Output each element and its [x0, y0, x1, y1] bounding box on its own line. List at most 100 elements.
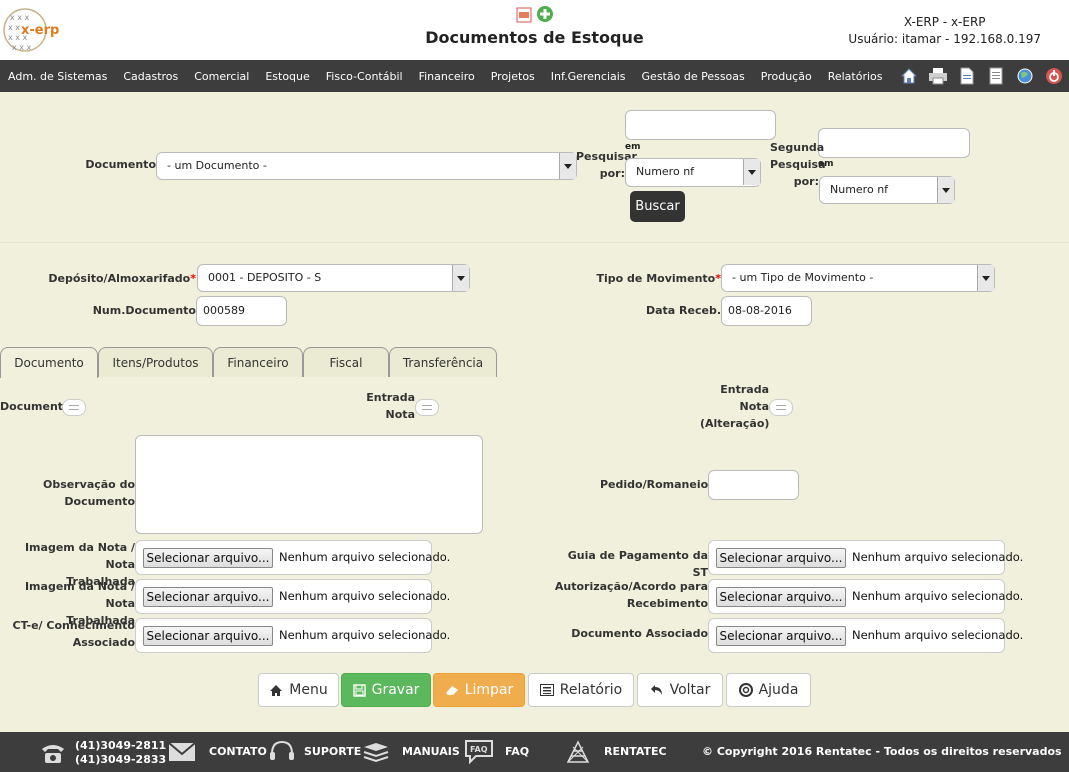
select-file-button[interactable]: Selecionar arquivo... [143, 626, 273, 646]
footer: (41)3049-2811 (41)3049-2833 CONTATO SUPO… [0, 732, 1069, 772]
select-file-button[interactable]: Selecionar arquivo... [143, 548, 273, 568]
menu-comercial[interactable]: Comercial [186, 70, 257, 83]
phone-2: (41)3049-2833 [75, 753, 167, 766]
rentatec-link[interactable]: RENTATEC [604, 745, 667, 758]
num-documento-input[interactable]: 000589 [196, 296, 287, 326]
ajuda-button[interactable]: Ajuda [726, 673, 811, 707]
file-status: Nenhum arquivo selecionado. [852, 550, 1024, 564]
relatorio-button[interactable]: Relatório [528, 673, 634, 707]
img2-line1: Imagem da Nota / Nota [24, 580, 135, 610]
select-file-button[interactable]: Selecionar arquivo... [716, 587, 846, 607]
menu-adm-sistemas[interactable]: Adm. de Sistemas [0, 70, 115, 83]
segunda-em-label: em [818, 159, 834, 169]
power-icon[interactable] [1043, 65, 1065, 87]
entrada-alt-line2: Nota [739, 400, 769, 413]
suporte-link[interactable]: SUPORTE [304, 745, 361, 758]
eraser-icon [445, 686, 458, 695]
tab-transferencia[interactable]: Transferência [389, 347, 497, 377]
menu-producao[interactable]: Produção [753, 70, 820, 83]
entrada-nota-label: Entrada Nota [360, 389, 415, 423]
books-icon [363, 743, 389, 763]
data-receb-input[interactable]: 08-08-2016 [721, 296, 812, 326]
select-file-button[interactable]: Selecionar arquivo... [143, 587, 273, 607]
telephone-icon [42, 745, 64, 763]
home-icon[interactable] [898, 65, 920, 87]
chevron-down-icon [452, 265, 469, 291]
chevron-down-icon [559, 153, 576, 179]
select-file-button[interactable]: Selecionar arquivo... [716, 548, 846, 568]
segunda-label-line1: Segunda [770, 141, 825, 154]
entrada-nota-toggle[interactable] [415, 399, 439, 416]
menu-gestao-pessoas[interactable]: Gestão de Pessoas [634, 70, 753, 83]
pesquisar-input[interactable] [625, 110, 776, 140]
entrada-alteracao-toggle[interactable] [769, 399, 793, 416]
menu-projetos[interactable]: Projetos [483, 70, 543, 83]
gravar-button[interactable]: Gravar [341, 673, 431, 707]
segunda-em-select[interactable]: Numero nf [819, 176, 955, 204]
tipo-movimento-value: - um Tipo de Movimento - [732, 271, 874, 284]
chevron-down-icon [977, 265, 994, 291]
segunda-pesquisa-label: Segunda Pesquisa por: [770, 139, 826, 190]
autorizacao-file: Selecionar arquivo... Nenhum arquivo sel… [708, 579, 1023, 614]
pesquisar-label: Pesquisar por: [576, 148, 637, 182]
buscar-button[interactable]: Buscar [630, 191, 685, 222]
deposito-label: Depósito/Almoxarifado* [30, 270, 196, 287]
voltar-button[interactable]: Voltar [637, 673, 723, 707]
system-name: X-ERP - x-ERP [903, 15, 986, 29]
cte-label: CT-e/ Conhecimento Associado [0, 617, 135, 651]
pesquisar-label-line2: por: [599, 167, 625, 180]
notes-icon[interactable] [985, 65, 1007, 87]
chevron-down-icon [937, 177, 954, 203]
pesquisar-em-select[interactable]: Numero nf [625, 158, 761, 187]
segunda-label-line3: por: [793, 175, 819, 188]
limpar-button[interactable]: Limpar [433, 673, 525, 707]
em-label: em [625, 142, 641, 152]
header-quick-icons [516, 5, 556, 28]
manuais-link[interactable]: MANUAIS [402, 745, 460, 758]
img1-line1: Imagem da Nota / Nota [24, 541, 135, 571]
globe-icon[interactable] [1014, 65, 1036, 87]
svg-text:x x x: x x x [10, 13, 30, 22]
tab-documento[interactable]: Documento [0, 347, 98, 378]
user-name: Usuário: itamar - 192.168.0.197 [848, 32, 1041, 46]
entrada-alt-line3: (Alteração) [700, 417, 770, 430]
documentos-label: Documentos [0, 400, 78, 413]
entrada-alt-line1: Entrada [720, 383, 769, 396]
documento-label: Documento [85, 158, 156, 171]
tab-fiscal[interactable]: Fiscal [303, 347, 389, 377]
menu-financeiro[interactable]: Financeiro [411, 70, 483, 83]
guia-st-label: Guia de Pagamento da ST [567, 549, 708, 579]
select-file-button[interactable]: Selecionar arquivo... [716, 626, 846, 646]
entrada-nota-line2: Nota [385, 408, 415, 421]
tab-financeiro[interactable]: Financeiro [213, 347, 303, 377]
pdf-icon [516, 7, 532, 23]
menu-cadastros[interactable]: Cadastros [115, 70, 186, 83]
documento-associado-file: Selecionar arquivo... Nenhum arquivo sel… [708, 618, 1023, 653]
documento-select[interactable]: - um Documento - [156, 152, 577, 180]
segunda-pesquisa-input[interactable] [818, 128, 970, 158]
pedido-romaneio-input[interactable] [708, 470, 799, 500]
faq-link[interactable]: FAQ [505, 745, 529, 758]
menu-inf-gerenciais[interactable]: Inf.Gerenciais [543, 70, 634, 83]
list-icon [539, 684, 554, 696]
tipo-movimento-select[interactable]: - um Tipo de Movimento - [721, 264, 995, 292]
file-status: Nenhum arquivo selecionado. [852, 628, 1024, 642]
observacao-textarea[interactable] [135, 435, 483, 534]
file-status: Nenhum arquivo selecionado. [279, 589, 451, 603]
contato-link[interactable]: CONTATO [209, 745, 267, 758]
document-icon[interactable] [956, 65, 978, 87]
documentos-toggle[interactable] [62, 399, 86, 416]
header: x x xx xx x xx x x x-erp Documentos de E… [0, 0, 1069, 60]
menu-estoque[interactable]: Estoque [257, 70, 317, 83]
menu-fisco-contabil[interactable]: Fisco-Contábil [318, 70, 411, 83]
printer-icon[interactable] [927, 65, 949, 87]
menu-button[interactable]: Menu [258, 673, 339, 707]
pedido-romaneio-label: Pedido/Romaneio [600, 478, 709, 491]
autorizacao-label: Autorização/Acordo para Recebimento [550, 578, 708, 612]
tab-itens-produtos[interactable]: Itens/Produtos [98, 347, 213, 377]
observacao-label: Observação do Documento [42, 478, 135, 508]
deposito-label-text: Depósito/Almoxarifado [48, 272, 191, 285]
copyright: © Copyright 2016 Rentatec - Todos os dir… [702, 745, 1062, 758]
deposito-select[interactable]: 0001 - DEPOSITO - S [197, 264, 470, 292]
menu-relatorios[interactable]: Relatórios [820, 70, 891, 83]
